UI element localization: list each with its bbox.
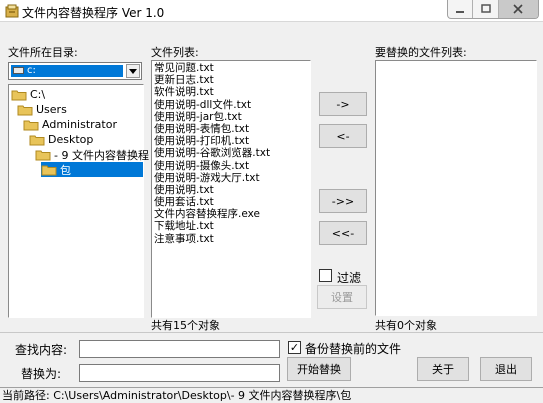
settings-button[interactable]: 设置 <box>317 285 367 309</box>
directory-tree[interactable]: C:\ Users Administrator Desktop - 9 文件内容替换程包 <box>8 84 149 318</box>
remove-all-button[interactable]: <<- <box>319 221 367 245</box>
tree-item-label: - 9 文件内容替换程 <box>54 148 149 162</box>
tree-item[interactable]: - 9 文件内容替换程 <box>35 147 149 162</box>
minimize-icon <box>456 11 465 13</box>
list-item[interactable]: 使用说明-摄像头.txt <box>154 160 310 172</box>
file-count: 共有15个对象 <box>151 319 220 332</box>
tree-item[interactable]: C:\ <box>11 87 45 102</box>
backup-checkbox[interactable]: ✓ <box>288 341 301 354</box>
minimize-button[interactable] <box>448 0 474 18</box>
window-controls <box>447 0 539 19</box>
file-list[interactable]: 常见问题.txt 更新日志.txt 软件说明.txt 使用说明-dll文件.txt 使用… <box>151 60 311 318</box>
replace-label: 替换为: <box>21 367 62 381</box>
target-list-label: 要替换的文件列表: <box>375 46 467 59</box>
list-item[interactable]: 使用说明-游戏大厅.txt <box>154 172 310 184</box>
filter-checkbox[interactable] <box>319 269 332 282</box>
add-all-button[interactable]: ->> <box>319 189 367 213</box>
about-button[interactable]: 关于 <box>417 357 469 381</box>
list-item[interactable]: 使用说明-打印机.txt <box>154 135 310 147</box>
tree-item[interactable]: Users <box>17 102 67 117</box>
tree-item-label: Users <box>36 103 67 116</box>
folder-icon <box>41 165 57 175</box>
file-list-label: 文件列表: <box>151 46 199 59</box>
tree-item[interactable]: Desktop <box>29 132 93 147</box>
tree-item-label: Administrator <box>42 118 117 131</box>
window-title: 文件内容替换程序 Ver 1.0 <box>22 6 165 20</box>
list-item[interactable]: 常见问题.txt <box>154 62 310 74</box>
exit-button[interactable]: 退出 <box>480 357 532 381</box>
close-button[interactable] <box>498 0 538 18</box>
check-mark-icon: ✓ <box>289 341 300 354</box>
chevron-down-icon <box>129 68 137 74</box>
list-item[interactable]: 软件说明.txt <box>154 86 310 98</box>
list-item[interactable]: 下载地址.txt <box>154 220 310 232</box>
tree-item-label: C:\ <box>30 88 46 101</box>
folder-icon <box>11 90 27 100</box>
separator <box>0 332 543 333</box>
tree-item-label: Desktop <box>48 133 94 146</box>
maximize-button[interactable] <box>473 0 499 18</box>
drive-value: c: <box>27 65 36 76</box>
folder-icon <box>35 150 51 160</box>
find-label: 查找内容: <box>15 343 68 357</box>
start-replace-button[interactable]: 开始替换 <box>287 357 351 381</box>
find-input[interactable] <box>79 340 280 358</box>
list-item[interactable]: 使用说明-jar包.txt <box>154 111 310 123</box>
list-item[interactable]: 使用说明-谷歌浏览器.txt <box>154 147 310 159</box>
app-icon <box>4 3 20 19</box>
folder-icon <box>29 135 45 145</box>
target-count: 共有0个对象 <box>375 319 437 332</box>
list-item[interactable]: 使用说明.txt <box>154 184 310 196</box>
list-item[interactable]: 使用说明-表情包.txt <box>154 123 310 135</box>
filter-label: 过滤 <box>337 271 362 285</box>
drive-select-value: c: <box>11 65 123 77</box>
add-button[interactable]: -> <box>319 92 367 116</box>
dir-label: 文件所在目录: <box>8 46 78 59</box>
drive-select[interactable]: c: <box>8 62 142 80</box>
tree-item-label: 包 <box>60 163 71 177</box>
remove-button[interactable]: <- <box>319 124 367 148</box>
close-icon <box>513 4 523 14</box>
list-item[interactable]: 使用说明-dll文件.txt <box>154 99 310 111</box>
list-item[interactable]: 文件内容替换程序.exe <box>154 208 310 220</box>
list-item[interactable]: 注意事项.txt <box>154 233 310 245</box>
replace-input[interactable] <box>79 364 280 382</box>
list-item[interactable]: 使用套话.txt <box>154 196 310 208</box>
list-item[interactable]: 更新日志.txt <box>154 74 310 86</box>
tree-item[interactable]: 包 <box>41 162 143 177</box>
tree-item[interactable]: Administrator <box>23 117 117 132</box>
target-file-list[interactable] <box>375 60 537 316</box>
folder-icon <box>17 105 33 115</box>
folder-icon <box>23 120 39 130</box>
maximize-icon <box>480 4 491 13</box>
drive-icon <box>13 67 24 74</box>
backup-label: 备份替换前的文件 <box>305 342 402 356</box>
drive-dropdown-button[interactable] <box>126 64 140 78</box>
status-bar: 当前路径: C:\Users\Administrator\Desktop\- 9… <box>0 387 543 403</box>
